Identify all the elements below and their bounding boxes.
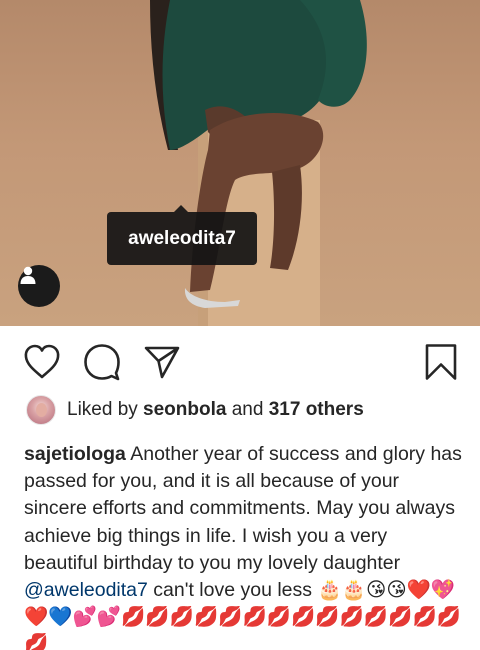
comment-icon xyxy=(84,344,120,381)
likes-prefix: Liked by xyxy=(67,399,144,420)
send-icon xyxy=(144,346,180,379)
caption-text-after: can't love you less xyxy=(147,579,318,602)
comment-button[interactable] xyxy=(80,340,124,384)
share-button[interactable] xyxy=(140,340,184,384)
caption-mention[interactable]: @aweleodita7 xyxy=(24,579,148,601)
liker-username[interactable]: seonbola xyxy=(143,399,226,421)
user-tag-label: aweleodita7 xyxy=(128,227,236,249)
user-tag[interactable]: aweleodita7 xyxy=(107,205,257,265)
heart-icon xyxy=(24,344,60,379)
tagged-users-button[interactable] xyxy=(18,265,60,307)
likes-and: and xyxy=(226,399,269,420)
post-photo[interactable]: aweleodita7 xyxy=(0,0,480,326)
person-icon xyxy=(20,266,36,284)
photo-illustration xyxy=(150,0,367,326)
like-button[interactable] xyxy=(20,340,64,384)
bookmark-icon xyxy=(425,344,457,380)
post-caption: sajetiologa Another year of success and … xyxy=(24,441,464,650)
save-button[interactable] xyxy=(419,340,463,384)
likes-others[interactable]: 317 others xyxy=(269,399,364,421)
likes-summary[interactable]: Liked by seonbola and 317 others xyxy=(26,395,364,425)
liker-avatar xyxy=(26,395,56,425)
caption-username[interactable]: sajetiologa xyxy=(24,443,126,465)
post-actions xyxy=(0,340,480,384)
